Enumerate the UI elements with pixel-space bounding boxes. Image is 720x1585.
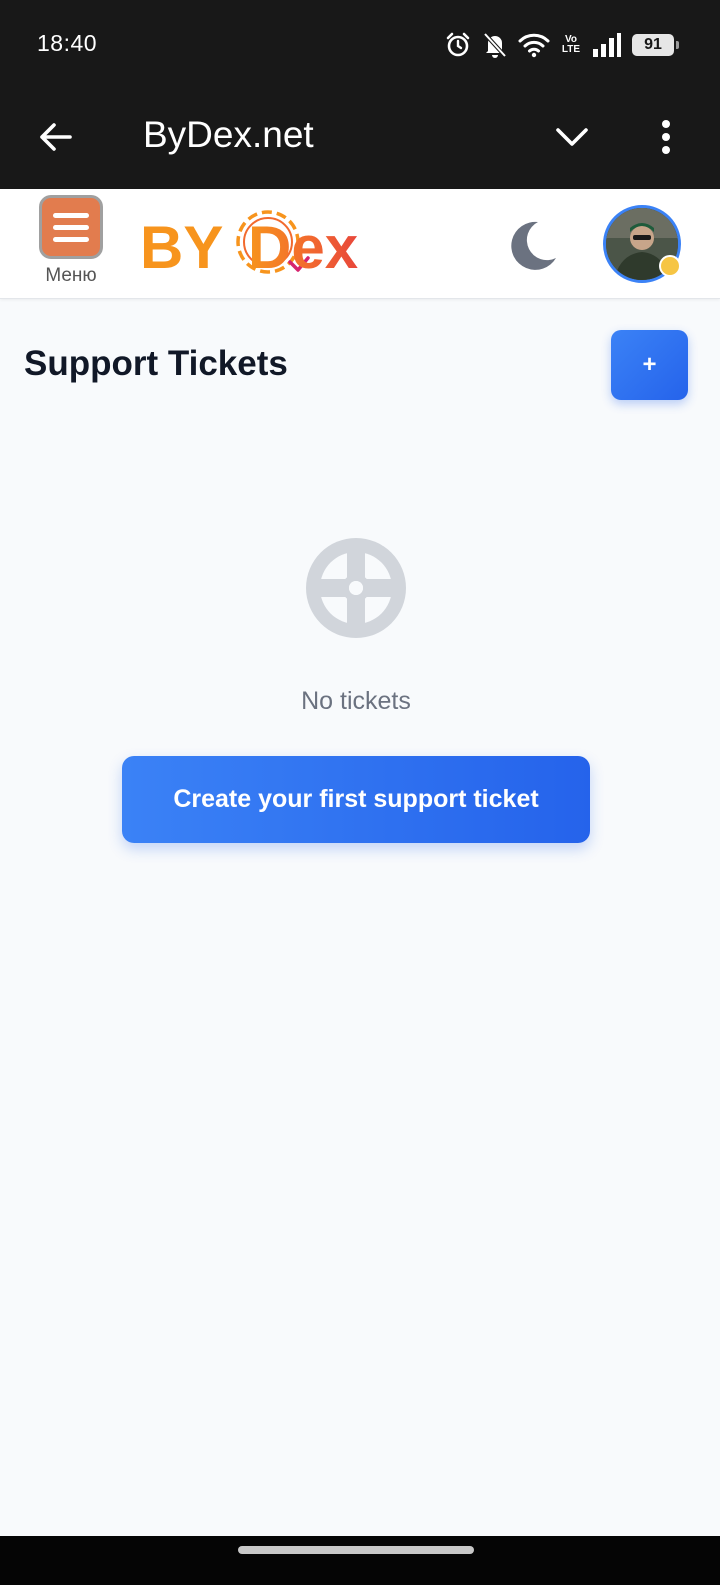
status-bar: 18:40 Vo LTE 91	[0, 0, 720, 90]
logo-dex-text: Dex	[248, 214, 358, 281]
back-arrow-icon	[40, 123, 72, 151]
back-button[interactable]	[30, 112, 80, 162]
status-badge	[659, 255, 681, 277]
app-title: ByDex.net	[143, 114, 314, 155]
add-ticket-button[interactable]: +	[611, 330, 688, 400]
more-options-button[interactable]	[648, 112, 684, 162]
site-header: Меню BY Dex	[0, 189, 720, 299]
menu-bar	[53, 236, 89, 242]
wifi-icon	[518, 32, 550, 58]
bell-off-icon	[482, 31, 508, 59]
more-vert-icon	[662, 120, 670, 154]
app-bar: ByDex.net	[0, 90, 720, 189]
navigation-bar	[0, 1536, 720, 1585]
moon-icon	[511, 221, 556, 270]
page-title: Support Tickets	[24, 344, 288, 383]
home-indicator[interactable]	[238, 1546, 474, 1554]
menu-label: Меню	[45, 265, 97, 286]
volte-bottom: LTE	[561, 44, 581, 55]
bydex-logo[interactable]: BY Dex	[140, 202, 376, 284]
menu-bar	[53, 212, 89, 218]
empty-state-text: No tickets	[301, 687, 411, 715]
chevron-down-button[interactable]	[547, 112, 597, 162]
status-icons: Vo LTE 91	[444, 28, 679, 62]
chevron-down-icon	[556, 128, 588, 146]
battery-icon: 91	[632, 34, 679, 56]
theme-toggle-button[interactable]	[500, 214, 560, 274]
volte-icon: Vo LTE	[560, 35, 582, 55]
status-time: 18:40	[37, 30, 98, 56]
menu-button[interactable]	[39, 195, 103, 259]
lifebuoy-icon	[306, 538, 406, 638]
menu-bar	[53, 224, 89, 230]
alarm-icon	[444, 31, 472, 59]
signal-icon	[592, 32, 622, 58]
create-first-ticket-button[interactable]: Create your first support ticket	[122, 756, 590, 843]
user-avatar-button[interactable]	[603, 205, 681, 283]
logo-by-text: BY	[140, 214, 223, 281]
